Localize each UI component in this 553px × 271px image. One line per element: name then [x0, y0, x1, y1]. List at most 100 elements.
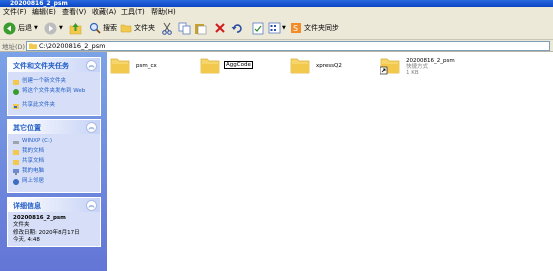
place-my-computer[interactable]: 我的电脑 [13, 168, 44, 175]
file-folder-tasks-header[interactable]: 文件和文件夹任务 ︽ [8, 58, 100, 72]
back-arrow-icon [3, 22, 16, 34]
sync-icon: S [291, 23, 301, 33]
address-label: 地址(D) [2, 43, 26, 51]
place-my-computer-label: 我的电脑 [22, 168, 45, 174]
new-folder-icon [13, 80, 19, 85]
collapse-chevron-icon[interactable]: ︽ [86, 200, 97, 211]
place-my-documents[interactable]: 我的文档 [13, 148, 44, 155]
forward-button[interactable]: ▼ [44, 21, 63, 35]
folder-sync-label: 文件夹同步 [304, 24, 339, 32]
menu-file[interactable]: 文件(F) [3, 8, 27, 17]
address-folder-icon [29, 43, 37, 49]
folder-icon [200, 58, 220, 74]
folder-sync-button[interactable]: S 文件夹同步 [290, 21, 339, 35]
toolbar: 后退 ▼ ▼ 搜索 文件夹 ▼ S 文件夹同步 [0, 18, 553, 40]
title-bar: 20200816_2_psm [0, 0, 553, 7]
menu-tools[interactable]: 工具(T) [121, 8, 145, 17]
folder-name: xpressQ2 [316, 63, 342, 69]
place-shared-documents[interactable]: 共享文档 [13, 158, 44, 165]
folders-button[interactable]: 文件夹 [120, 21, 155, 35]
file-list-area[interactable]: psm_cx AggCode xpressQ2 20200816_2_psm 快… [107, 52, 553, 271]
search-icon [89, 22, 101, 34]
shortcut-item[interactable]: 20200816_2_psm 快捷方式 1 KB [380, 56, 470, 81]
collapse-chevron-icon[interactable]: ︽ [86, 60, 97, 71]
other-places-header[interactable]: 其它位置 ︽ [8, 120, 100, 134]
place-shared-documents-label: 共享文档 [22, 158, 45, 164]
search-button[interactable]: 搜索 [89, 21, 117, 35]
window-title: 20200816_2_psm [10, 0, 68, 7]
address-bar: 地址(D) C:\20200816_2_psm [0, 40, 553, 52]
menu-favorites[interactable]: 收藏(A) [92, 8, 116, 17]
delete-x-icon [215, 23, 225, 33]
details-item-name: 20200816_2_psm [13, 215, 66, 221]
svg-text:S: S [293, 24, 298, 33]
other-places-title: 其它位置 [13, 124, 41, 132]
properties-button[interactable] [252, 21, 264, 35]
task-new-folder-label: 创建一个新文件夹 [22, 78, 67, 84]
place-drive-c-label: WINXP (C:) [22, 138, 52, 144]
place-network-label: 网上邻居 [22, 178, 45, 184]
place-drive-c[interactable]: WINXP (C:) [13, 138, 52, 145]
share-folder-icon [13, 104, 19, 109]
paste-button[interactable] [194, 21, 207, 35]
views-dropdown-icon[interactable]: ▼ [282, 25, 286, 31]
back-button[interactable]: 后退 ▼ [3, 21, 38, 35]
views-icon [268, 22, 281, 34]
place-network[interactable]: 网上邻居 [13, 178, 44, 185]
search-label: 搜索 [103, 24, 117, 32]
folder-name-selected[interactable]: AggCode [224, 61, 253, 69]
properties-icon [252, 22, 264, 34]
collapse-chevron-icon[interactable]: ︽ [86, 122, 97, 133]
folder-item[interactable]: AggCode [200, 56, 260, 81]
shortcut-size: 1 KB [406, 70, 419, 76]
folder-name: psm_cx [136, 63, 157, 69]
task-publish-web-label: 将这个文件夹发布到 Web [22, 88, 86, 94]
task-share-folder[interactable]: 共享此文件夹 [13, 102, 55, 109]
folder-shortcut-icon [380, 58, 400, 75]
undo-icon [231, 24, 242, 33]
details-item-type: 文件夹 [13, 222, 30, 228]
forward-dropdown-icon[interactable]: ▼ [59, 25, 63, 31]
menu-edit[interactable]: 编辑(E) [32, 8, 56, 17]
details-panel: 详细信息 ︽ 20200816_2_psm 文件夹 修改日期: 2020年8月1… [7, 197, 101, 247]
back-label: 后退 [18, 24, 32, 32]
paste-icon [195, 23, 207, 34]
cut-button[interactable] [161, 21, 173, 35]
copy-button[interactable] [178, 21, 191, 35]
my-documents-icon [13, 150, 19, 155]
drive-icon [13, 141, 19, 144]
task-publish-web[interactable]: 将这个文件夹发布到 Web [13, 88, 92, 95]
forward-arrow-icon [44, 22, 57, 34]
file-folder-tasks-title: 文件和文件夹任务 [13, 62, 69, 70]
back-dropdown-icon[interactable]: ▼ [34, 25, 38, 31]
details-header[interactable]: 详细信息 ︽ [8, 198, 100, 212]
folder-icon [120, 24, 132, 33]
up-folder-icon [69, 22, 82, 34]
folder-item[interactable]: xpressQ2 [290, 56, 350, 81]
globe-icon [13, 89, 19, 95]
details-modified-date: 修改日期: 2020年8月17日 [13, 230, 80, 236]
scissors-icon [162, 22, 172, 35]
menu-help[interactable]: 帮助(H) [151, 8, 176, 17]
task-new-folder[interactable]: 创建一个新文件夹 [13, 78, 66, 85]
task-share-folder-label: 共享此文件夹 [22, 102, 56, 108]
details-modified-time: 今天, 4:48 [13, 237, 40, 243]
place-my-documents-label: 我的文档 [22, 148, 45, 154]
folders-label: 文件夹 [134, 24, 155, 32]
my-computer-icon [13, 169, 19, 175]
folder-icon [290, 58, 310, 74]
delete-button[interactable] [214, 21, 226, 35]
shared-documents-icon [13, 160, 19, 165]
views-button[interactable]: ▼ [268, 21, 286, 35]
undo-button[interactable] [231, 21, 243, 35]
task-pane: 文件和文件夹任务 ︽ 创建一个新文件夹 将这个文件夹发布到 Web 共享此文件夹… [0, 52, 107, 271]
file-folder-tasks-panel: 文件和文件夹任务 ︽ 创建一个新文件夹 将这个文件夹发布到 Web 共享此文件夹 [7, 57, 101, 116]
details-title: 详细信息 [13, 202, 41, 210]
address-path: C:\20200816_2_psm [39, 42, 106, 50]
other-places-panel: 其它位置 ︽ WINXP (C:) 我的文档 共享文档 我的电脑 网上邻居 [7, 119, 101, 193]
up-folder-button[interactable] [69, 21, 82, 35]
address-input[interactable]: C:\20200816_2_psm [26, 41, 550, 51]
folder-icon [110, 58, 130, 74]
folder-item[interactable]: psm_cx [110, 56, 170, 81]
menu-view[interactable]: 查看(V) [62, 8, 86, 17]
